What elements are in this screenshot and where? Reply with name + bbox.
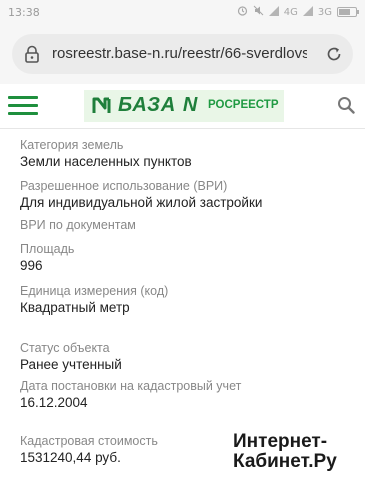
network-label-secondary: 3G bbox=[317, 6, 332, 18]
field-value: Ранее учтенный bbox=[20, 357, 122, 372]
field-label: ВРИ по документам bbox=[20, 218, 136, 232]
field-unit: Единица измерения (код) Квадратный метр bbox=[20, 283, 355, 317]
field-object-status: Статус объекта Ранее учтенный bbox=[20, 340, 355, 374]
battery-icon bbox=[337, 7, 359, 17]
status-bar: 13:38 4G 3G bbox=[0, 0, 365, 26]
reload-icon[interactable] bbox=[325, 45, 343, 63]
field-registration-date: Дата постановки на кадастровый учет 16.1… bbox=[20, 378, 355, 412]
field-label: Площадь bbox=[20, 242, 75, 256]
watermark: Интернет- Кабинет.Ру bbox=[233, 432, 358, 472]
logo[interactable]: БАЗА N РОСРЕЕСТР bbox=[84, 90, 284, 122]
url-text[interactable]: rosreestr.base-n.ru/reestr/66-sverdlovsk bbox=[52, 45, 307, 62]
field-label: Единица измерения (код) bbox=[20, 284, 169, 298]
watermark-line-1: Интернет- bbox=[233, 431, 328, 452]
alarm-icon bbox=[237, 5, 248, 19]
lock-icon[interactable] bbox=[24, 45, 40, 63]
browser-toolbar: rosreestr.base-n.ru/reestr/66-sverdlovsk bbox=[0, 26, 365, 84]
field-label: Разрешенное использование (ВРИ) bbox=[20, 179, 228, 193]
battery-level bbox=[339, 9, 350, 15]
signal-icon bbox=[302, 5, 313, 19]
address-bar[interactable]: rosreestr.base-n.ru/reestr/66-sverdlovsk bbox=[12, 34, 353, 74]
signal-icon bbox=[268, 5, 279, 19]
status-time: 13:38 bbox=[8, 6, 40, 19]
status-icons: 4G 3G bbox=[237, 5, 359, 19]
field-value: Квадратный метр bbox=[20, 300, 130, 315]
network-label: 4G bbox=[283, 6, 298, 18]
search-icon[interactable] bbox=[337, 96, 355, 114]
field-label: Статус объекта bbox=[20, 341, 110, 355]
field-area: Площадь 996 bbox=[20, 241, 355, 275]
watermark-line-2: Кабинет.Ру bbox=[233, 451, 337, 472]
field-value: 996 bbox=[20, 258, 43, 273]
field-use-by-documents: ВРИ по документам bbox=[20, 217, 355, 233]
field-permitted-use: Разрешенное использование (ВРИ) Для инди… bbox=[20, 178, 355, 212]
logo-text: БАЗА N bbox=[118, 94, 199, 116]
field-value: 16.12.2004 bbox=[20, 395, 88, 410]
hamburger-menu-icon[interactable] bbox=[8, 95, 38, 117]
site-header: БАЗА N РОСРЕЕСТР bbox=[0, 84, 365, 129]
logo-subtitle: РОСРЕЕСТР bbox=[208, 99, 279, 111]
logo-n-icon bbox=[92, 97, 114, 115]
field-value: Для индивидуальной жилой застройки bbox=[20, 195, 263, 210]
field-land-category: Категория земель Земли населенных пункто… bbox=[20, 137, 355, 171]
mute-icon bbox=[253, 5, 264, 19]
field-label: Дата постановки на кадастровый учет bbox=[20, 379, 242, 393]
field-label: Категория земель bbox=[20, 138, 124, 152]
field-value: Земли населенных пунктов bbox=[20, 154, 192, 169]
